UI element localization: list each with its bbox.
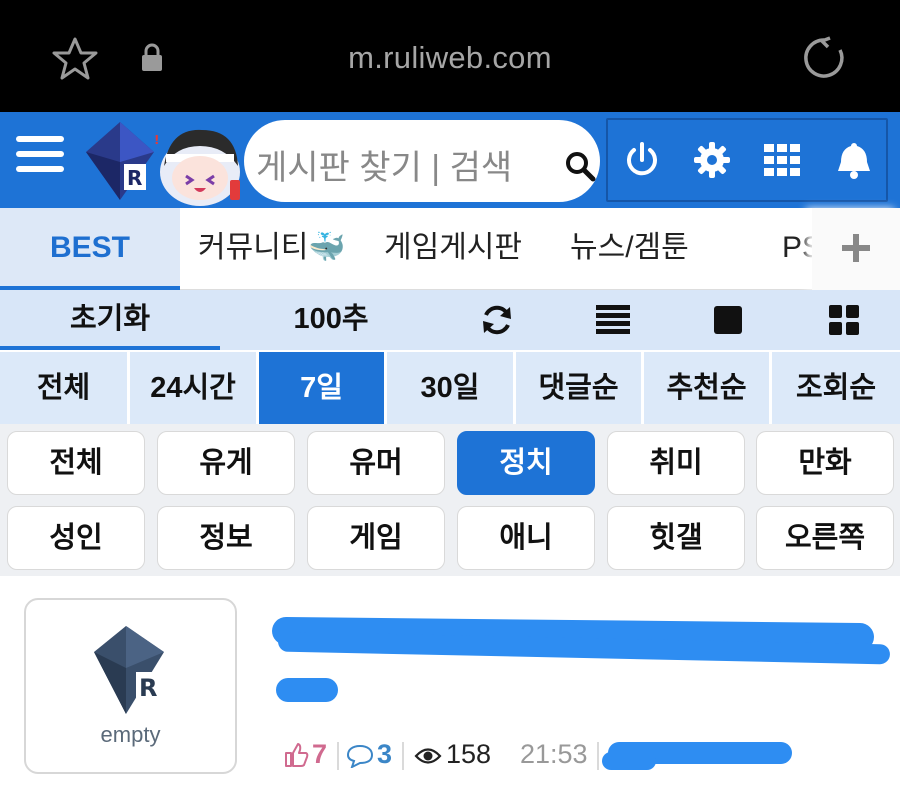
thumbs-up-icon — [285, 743, 309, 767]
gear-icon[interactable] — [692, 140, 732, 180]
period-filter: 전체 24시간 7일 30일 댓글순 추천순 조회순 — [0, 352, 900, 424]
meta-divider — [402, 742, 404, 770]
chip-right[interactable]: 오른쪽 — [756, 506, 894, 570]
refresh-icon[interactable] — [480, 303, 514, 337]
chip-adult[interactable]: 성인 — [7, 506, 145, 570]
tab-best[interactable]: BEST — [0, 208, 180, 290]
svg-text:R: R — [139, 674, 157, 702]
list-view-icon[interactable] — [594, 302, 632, 336]
view-count: 158 — [446, 739, 492, 769]
grid-icon[interactable] — [762, 140, 802, 180]
sort-recommends[interactable]: 추천순 — [644, 352, 769, 424]
redacted-author — [602, 752, 656, 770]
menu-icon[interactable] — [16, 136, 64, 180]
eye-icon — [414, 748, 442, 764]
grid-view-icon[interactable] — [828, 304, 860, 336]
sort-comments[interactable]: 댓글순 — [516, 352, 641, 424]
period-30d[interactable]: 30일 — [387, 352, 513, 424]
placeholder-logo-icon: R — [94, 626, 164, 714]
redacted-title — [276, 678, 338, 702]
category-chips: 전체 유게 유머 정치 취미 만화 성인 정보 게임 애니 힛갤 오른쪽 — [0, 424, 900, 576]
add-tab-icon[interactable] — [838, 230, 874, 266]
post-list-item[interactable]: R empty 7 3 158 21:53 — [0, 576, 900, 808]
period-all[interactable]: 전체 — [0, 352, 127, 424]
toolbar-active-underline — [0, 346, 220, 350]
chip-anime[interactable]: 애니 — [457, 506, 595, 570]
list-toolbar: 초기화 100추 — [0, 290, 900, 350]
ruliweb-logo[interactable]: R — [80, 118, 160, 204]
comment-icon — [346, 744, 374, 768]
comment-count: 3 — [377, 739, 393, 769]
url-text[interactable]: m.ruliweb.com — [0, 40, 900, 76]
chip-game[interactable]: 게임 — [307, 506, 445, 570]
like-count: 7 — [312, 739, 328, 769]
reset-button[interactable]: 초기화 — [0, 290, 220, 350]
main-tabs: BEST 커뮤니티🐳 게임게시판 뉴스/겜툰 PS — [0, 208, 900, 290]
recommend-filter-button[interactable]: 100추 — [220, 290, 442, 350]
site-header: R ! 게시판 찾기 | 검색 — [0, 112, 900, 208]
chip-politics[interactable]: 정치 — [457, 431, 595, 495]
bell-icon[interactable] — [834, 140, 874, 180]
tab-news[interactable]: 뉴스/겜툰 — [570, 208, 689, 290]
tab-game-board[interactable]: 게임게시판 — [384, 208, 522, 290]
chip-hobby[interactable]: 취미 — [607, 431, 745, 495]
search-placeholder[interactable]: 게시판 찾기 | 검색 — [256, 140, 512, 189]
chip-info[interactable]: 정보 — [157, 506, 295, 570]
browser-url-bar: m.ruliweb.com — [0, 0, 900, 112]
svg-text:R: R — [127, 166, 142, 190]
tab-community[interactable]: 커뮤니티🐳 — [198, 208, 346, 290]
chip-yuge[interactable]: 유게 — [157, 431, 295, 495]
single-view-icon[interactable] — [712, 304, 744, 336]
reload-icon[interactable] — [800, 34, 848, 82]
search-icon[interactable] — [564, 150, 596, 182]
period-24h[interactable]: 24시간 — [130, 352, 256, 424]
header-icon-group — [606, 118, 888, 202]
period-7d[interactable]: 7일 — [259, 352, 384, 424]
thumbnail-empty-label: empty — [100, 722, 161, 747]
search-bar[interactable]: 게시판 찾기 | 검색 — [244, 120, 600, 202]
post-thumbnail[interactable]: R empty — [24, 598, 237, 774]
chip-comics[interactable]: 만화 — [756, 431, 894, 495]
chip-hitgall[interactable]: 힛갤 — [607, 506, 745, 570]
chip-all[interactable]: 전체 — [7, 431, 145, 495]
sort-views[interactable]: 조회순 — [772, 352, 900, 424]
mascot-image: ! — [154, 129, 240, 206]
power-icon[interactable] — [622, 140, 662, 180]
post-time: 21:53 — [520, 739, 588, 769]
meta-divider — [597, 742, 599, 770]
chip-humor[interactable]: 유머 — [307, 431, 445, 495]
meta-divider — [337, 742, 339, 770]
svg-text:!: ! — [154, 133, 159, 147]
